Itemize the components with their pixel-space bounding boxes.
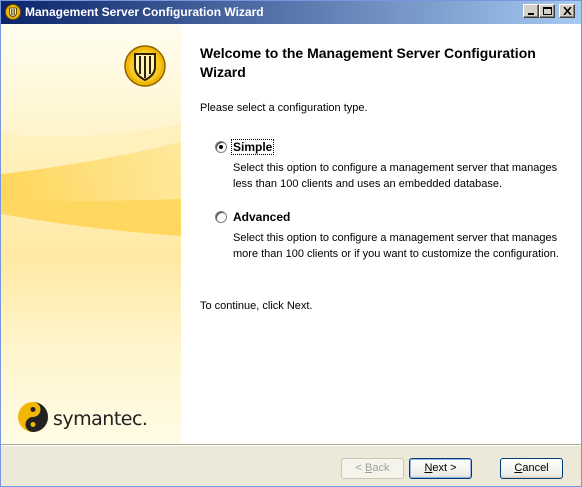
back-button-rest: ack: [372, 462, 390, 474]
radio-selected-dot: [219, 145, 223, 149]
maximize-icon: [543, 7, 552, 15]
minimize-icon: [528, 13, 534, 15]
advanced-option-label[interactable]: Advanced: [232, 210, 291, 224]
wizard-main-panel: Welcome to the Management Server Configu…: [181, 24, 581, 444]
continue-instruction: To continue, click Next.: [200, 300, 313, 312]
next-button[interactable]: Next >: [409, 458, 472, 479]
simple-radio-button[interactable]: [215, 141, 227, 153]
symantec-logo-icon: [18, 402, 48, 432]
symantec-shield-icon: [5, 4, 21, 20]
symantec-brand: symantec.: [17, 401, 148, 436]
advanced-radio-button[interactable]: [215, 211, 227, 223]
close-button[interactable]: [559, 4, 575, 18]
window-title: Management Server Configuration Wizard: [25, 5, 264, 19]
page-title: Welcome to the Management Server Configu…: [200, 45, 536, 80]
simple-option-label[interactable]: Simple: [230, 139, 275, 155]
simple-option-description: Select this option to configure a manage…: [233, 162, 558, 190]
back-button[interactable]: < Back: [341, 458, 404, 479]
wizard-window: Management Server Configuration Wizard s…: [0, 0, 582, 487]
brand-wordmark: symantec.: [53, 408, 148, 430]
cancel-button[interactable]: Cancel: [500, 458, 563, 479]
maximize-button[interactable]: [539, 4, 555, 18]
wizard-sidebar: symantec.: [1, 24, 181, 444]
back-button-prefix: <: [355, 462, 365, 474]
button-bar-divider: [1, 444, 581, 446]
symantec-shield-logo-icon: [123, 44, 167, 88]
wizard-content: symantec. Welcome to the Management Serv…: [1, 24, 581, 444]
title-bar[interactable]: Management Server Configuration Wizard: [1, 1, 581, 24]
minimize-button[interactable]: [523, 4, 539, 18]
configuration-prompt: Please select a configuration type.: [200, 102, 368, 114]
next-button-rest: ext >: [432, 462, 457, 474]
cancel-button-rest: ancel: [522, 462, 549, 474]
advanced-option-description: Select this option to configure a manage…: [233, 232, 559, 260]
close-icon: [563, 7, 572, 15]
